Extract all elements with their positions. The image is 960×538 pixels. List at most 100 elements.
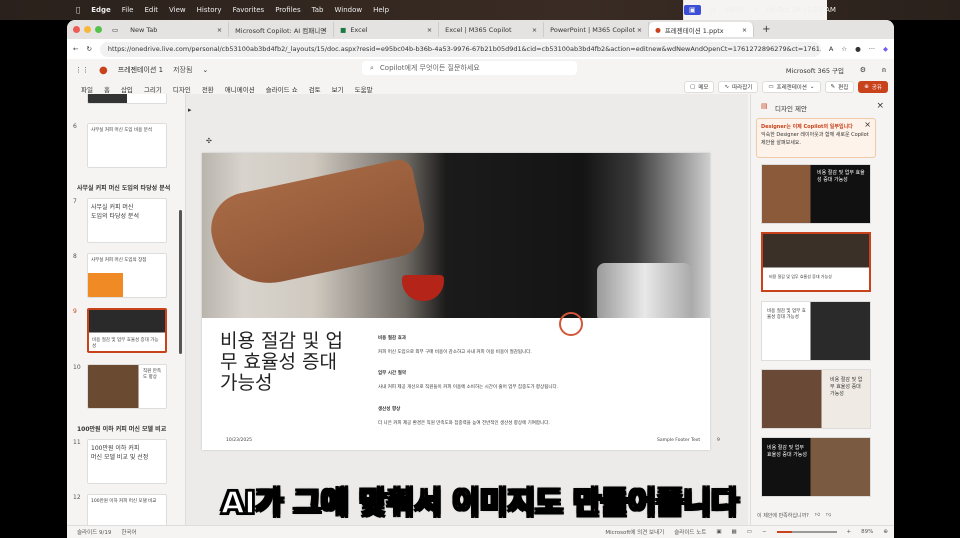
design-option[interactable]: 비용 절감 및 업무 효율성 증대 가능성 bbox=[761, 164, 871, 224]
sidebar-toggle-icon[interactable]: ▭ bbox=[112, 26, 118, 34]
slide-thumbnail[interactable]: 7 사무실 커피 머신 도입의 타당성 분석 bbox=[73, 198, 167, 243]
close-icon[interactable]: × bbox=[864, 121, 871, 129]
slide-section[interactable]: 생산성 향상 더 나은 커피 제공 환경은 직원 만족도와 집중력을 높여 전반적… bbox=[378, 406, 550, 426]
menu-help[interactable]: Help bbox=[373, 6, 389, 14]
slide-thumbnail[interactable]: 8 사무실 커피 머신 도입의 장점 bbox=[73, 253, 167, 298]
thumbnail-scrollbar[interactable] bbox=[179, 210, 182, 354]
slide-photo[interactable] bbox=[202, 153, 710, 318]
close-icon[interactable]: × bbox=[217, 26, 222, 34]
close-icon[interactable]: × bbox=[532, 26, 537, 34]
menu-tab[interactable]: Tab bbox=[312, 6, 324, 14]
close-icon[interactable]: × bbox=[322, 26, 327, 34]
menu-profiles[interactable]: Profiles bbox=[275, 6, 300, 14]
comment-button[interactable]: ▢ 메모 bbox=[684, 81, 715, 93]
fit-slide-icon[interactable]: ⊕ bbox=[883, 529, 888, 535]
back-icon[interactable]: ← bbox=[73, 45, 78, 53]
zoom-out-button[interactable]: − bbox=[762, 529, 767, 535]
read-aloud-icon[interactable]: A bbox=[829, 45, 833, 53]
normal-view-icon[interactable]: ▣ bbox=[716, 529, 721, 535]
chevron-down-icon[interactable]: ⌄ bbox=[810, 84, 815, 90]
maximize-button[interactable] bbox=[95, 26, 102, 33]
present-button[interactable]: ▭ 프레젠테이션 ⌄ bbox=[762, 81, 821, 93]
design-option[interactable]: 비용 절감 및 업무 효율성 증대 가능성 bbox=[761, 301, 871, 361]
designer-icon[interactable]: ✣ bbox=[206, 137, 212, 145]
ribbon-tab-home[interactable]: 홈 bbox=[104, 84, 110, 94]
section-header[interactable]: 100만원 이하 커피 머신 모델 비교 bbox=[77, 424, 166, 433]
edit-mode-button[interactable]: ✎ 편집 bbox=[824, 81, 855, 93]
tab-pptx[interactable]: ● 프레젠테이션 1.pptx × bbox=[649, 22, 755, 37]
search-icon[interactable]: ⌕ bbox=[754, 6, 758, 15]
close-window-button[interactable] bbox=[73, 26, 80, 33]
ribbon-tab-file[interactable]: 파일 bbox=[81, 84, 93, 94]
menu-view[interactable]: View bbox=[169, 6, 186, 14]
close-icon[interactable]: × bbox=[637, 26, 642, 34]
tab-powerpoint-copilot[interactable]: PowerPoint | M365 Copilot × bbox=[544, 22, 650, 37]
slide-thumbnail[interactable]: 6 사무실 커피 머신 도입 비용 분석 bbox=[73, 123, 167, 168]
slide-thumbnail[interactable]: 10 직원 만족도 향상 bbox=[73, 364, 167, 409]
zoom-level[interactable]: 89% bbox=[861, 529, 873, 535]
presenter-view-icon[interactable]: ▭ bbox=[747, 529, 752, 535]
ribbon-tab-animations[interactable]: 애니메이션 bbox=[225, 84, 255, 94]
menu-favorites[interactable]: Favorites bbox=[233, 6, 265, 14]
catchup-button[interactable]: ∿ 따라잡기 bbox=[718, 81, 759, 93]
tab-excel-copilot[interactable]: Excel | M365 Copilot × bbox=[439, 22, 545, 37]
share-button[interactable]: ⊕ 공유 bbox=[858, 81, 888, 93]
ribbon-tab-slideshow[interactable]: 슬라이드 쇼 bbox=[266, 84, 298, 94]
language[interactable]: 한국어 bbox=[121, 528, 136, 536]
app-launcher-icon[interactable]: ⋮⋮ bbox=[75, 66, 89, 74]
account-icon[interactable]: ⍝ bbox=[882, 66, 886, 75]
design-option-selected[interactable]: 비용 절감 및 업무 효율성 증대 가능성 bbox=[761, 232, 871, 292]
more-icon[interactable]: ··· bbox=[869, 45, 875, 53]
close-icon[interactable]: × bbox=[427, 26, 432, 34]
section-header[interactable]: 사무실 커피 머신 도입의 타당성 분석 bbox=[77, 183, 170, 192]
zoom-in-button[interactable]: + bbox=[847, 529, 852, 535]
address-bar-row: ← ↻ https://onedrive.live.com/personal/c… bbox=[67, 39, 894, 59]
ribbon-tab-insert[interactable]: 삽입 bbox=[121, 84, 133, 94]
menu-history[interactable]: History bbox=[197, 6, 222, 14]
sorter-view-icon[interactable]: ▦ bbox=[732, 529, 737, 535]
menu-edit[interactable]: Edit bbox=[144, 6, 158, 14]
design-option[interactable]: 비용 절감 및 업무 효율성 증대 가능성 bbox=[761, 369, 871, 429]
minimize-button[interactable] bbox=[84, 26, 91, 33]
feedback-link[interactable]: Microsoft에 의견 보내기 bbox=[605, 528, 664, 536]
expand-panel-icon[interactable]: ▸ bbox=[188, 106, 192, 114]
slide-thumbnail-5[interactable] bbox=[73, 94, 167, 110]
profile-icon[interactable]: ● bbox=[855, 45, 861, 53]
current-slide[interactable]: 비용 절감 및 업무 효율성 증대 가능성 비용 절감 효과 커피 머신 도입으로… bbox=[202, 153, 720, 450]
ribbon-tab-view[interactable]: 보기 bbox=[332, 84, 344, 94]
slide-section[interactable]: 업무 시간 절약 사내 커피 제공 개선으로 직원들이 커피 이용에 소비하는 시… bbox=[378, 370, 558, 390]
wifi-icon[interactable]: ◔ bbox=[710, 6, 716, 14]
notes-button[interactable]: 슬라이드 노트 bbox=[674, 528, 706, 536]
ribbon-tab-review[interactable]: 검토 bbox=[309, 84, 321, 94]
copilot-search-input[interactable]: ⌕ Copilot에게 무엇이든 질문하세요 bbox=[362, 61, 577, 75]
refresh-icon[interactable]: ↻ bbox=[86, 45, 91, 53]
zoom-slider[interactable] bbox=[776, 531, 837, 533]
slide-thumbnail-selected[interactable]: 9 비용 절감 및 업무 효율성 증대 가능성 bbox=[73, 308, 167, 353]
ribbon-tab-help[interactable]: 도움말 bbox=[355, 84, 373, 94]
doc-title[interactable]: 프레젠테이션 1 bbox=[118, 65, 163, 75]
menu-app[interactable]: Edge bbox=[91, 6, 111, 14]
apple-icon[interactable]:  bbox=[76, 6, 80, 14]
menu-file[interactable]: File bbox=[122, 6, 134, 14]
slide-title[interactable]: 비용 절감 및 업무 효율성 증대 가능성 bbox=[220, 331, 350, 394]
url-field[interactable]: https://onedrive.live.com/personal/cb531… bbox=[99, 41, 821, 57]
new-tab-button[interactable]: + bbox=[762, 24, 770, 35]
close-icon[interactable]: × bbox=[876, 101, 884, 111]
datetime[interactable]: Fri Oct 24 11:35 AM bbox=[767, 6, 836, 14]
settings-icon[interactable]: ⚙ bbox=[860, 66, 866, 74]
tab-excel[interactable]: ■ Excel × bbox=[334, 22, 440, 37]
tab-copilot[interactable]: Microsoft Copilot: AI 컴패니언 × bbox=[229, 22, 335, 37]
screen-record-icon[interactable]: ▣ bbox=[684, 5, 701, 15]
ribbon-tab-design[interactable]: 디자인 bbox=[173, 84, 191, 94]
close-icon[interactable]: × bbox=[742, 26, 747, 34]
buy-m365-link[interactable]: Microsoft 365 구입 bbox=[786, 65, 844, 75]
battery-status[interactable]: 100% bbox=[725, 6, 745, 14]
slide-section[interactable]: 비용 절감 효과 커피 머신 도입으로 외부 구매 비용이 감소하고 사내 커피 … bbox=[378, 335, 532, 355]
menu-window[interactable]: Window bbox=[334, 6, 362, 14]
ribbon-tab-draw[interactable]: 그리기 bbox=[144, 84, 162, 94]
ribbon-tab-transitions[interactable]: 전환 bbox=[202, 84, 214, 94]
tab-new-tab[interactable]: New Tab × bbox=[124, 22, 230, 37]
copilot-icon[interactable]: ◆ bbox=[883, 45, 888, 53]
chevron-down-icon[interactable]: ⌄ bbox=[202, 66, 208, 74]
favorite-icon[interactable]: ☆ bbox=[841, 45, 847, 53]
